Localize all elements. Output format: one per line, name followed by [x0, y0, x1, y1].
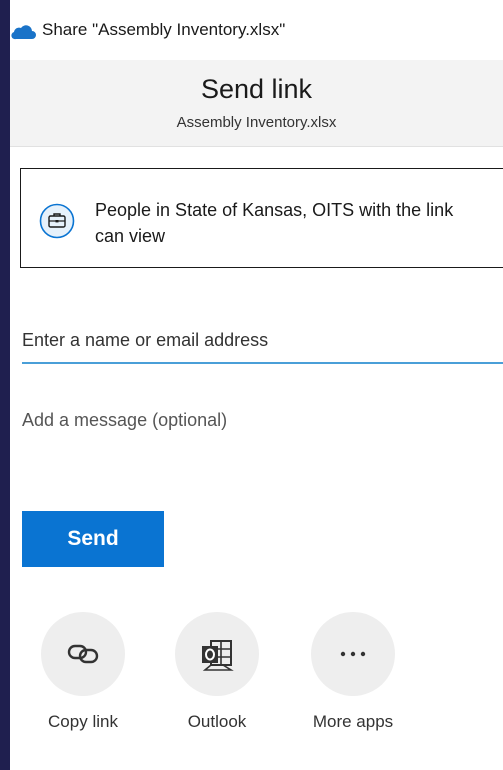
copy-link-button[interactable]: Copy link — [28, 612, 138, 742]
more-apps-circle — [311, 612, 395, 696]
outlook-button[interactable]: Outlook — [162, 612, 272, 742]
onedrive-cloud-icon — [11, 25, 36, 40]
outlook-circle — [175, 612, 259, 696]
more-icon — [340, 651, 366, 657]
title-bar: Share "Assembly Inventory.xlsx" — [10, 0, 503, 60]
copy-link-label: Copy link — [48, 712, 118, 731]
share-dialog: Share "Assembly Inventory.xlsx" Send lin… — [10, 0, 503, 770]
outlook-icon — [202, 640, 234, 671]
send-button[interactable]: Send — [22, 511, 164, 567]
more-apps-label: More apps — [312, 712, 394, 731]
dialog-title: Send link — [200, 74, 313, 104]
recipient-input[interactable] — [22, 318, 503, 364]
window-title: Share "Assembly Inventory.xlsx" — [42, 20, 286, 39]
more-apps-button[interactable]: More apps — [298, 612, 408, 742]
outlook-label: Outlook — [187, 712, 247, 731]
copy-link-circle — [41, 612, 125, 696]
file-name: Assembly Inventory.xlsx — [176, 114, 337, 131]
link-permission-button[interactable]: People in State of Kansas, OITS with the… — [20, 168, 503, 268]
dialog-header: Send link Assembly Inventory.xlsx — [10, 60, 503, 147]
link-icon — [67, 644, 99, 664]
message-input[interactable] — [22, 400, 503, 480]
briefcase-icon — [39, 203, 75, 239]
permission-text: People in State of Kansas, OITS with the… — [95, 200, 454, 246]
